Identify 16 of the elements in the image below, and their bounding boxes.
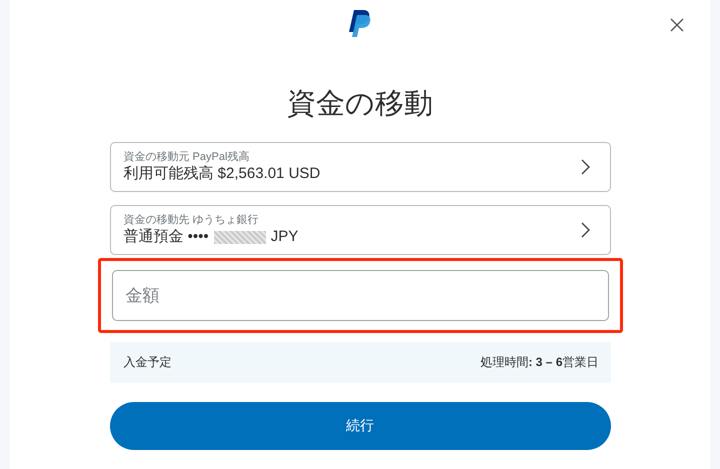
account-selector[interactable]: 資金の移動先 ゆうちょ銀行 普通預金 •••• JPY <box>110 205 610 255</box>
processing-time: 処理時間: 3 – 6営業日 <box>480 354 598 371</box>
logo-icon <box>349 10 371 38</box>
field-value: 普通預金 •••• <box>124 227 209 247</box>
amount-field[interactable]: 金額 <box>112 270 608 321</box>
page-title: 資金の移動 <box>286 87 434 122</box>
field-label: 資金の移動元 PayPal残高 <box>124 150 250 164</box>
info-label: 入金予定 <box>124 354 172 371</box>
account-selector[interactable]: 資金の移動元 PayPal残高 利用可能残高 $2,563.01 USD <box>110 142 610 192</box>
continue-button[interactable]: 続行 <box>110 402 610 450</box>
currency-code: JPY <box>270 227 298 247</box>
chevron-right-icon <box>580 159 590 175</box>
close-icon[interactable] <box>670 18 684 32</box>
field-label: 資金の移動先 ゆうちょ銀行 <box>124 213 260 227</box>
field-value: 利用可能残高 $2,563.01 USD <box>124 164 320 184</box>
chevron-right-icon <box>580 222 590 238</box>
